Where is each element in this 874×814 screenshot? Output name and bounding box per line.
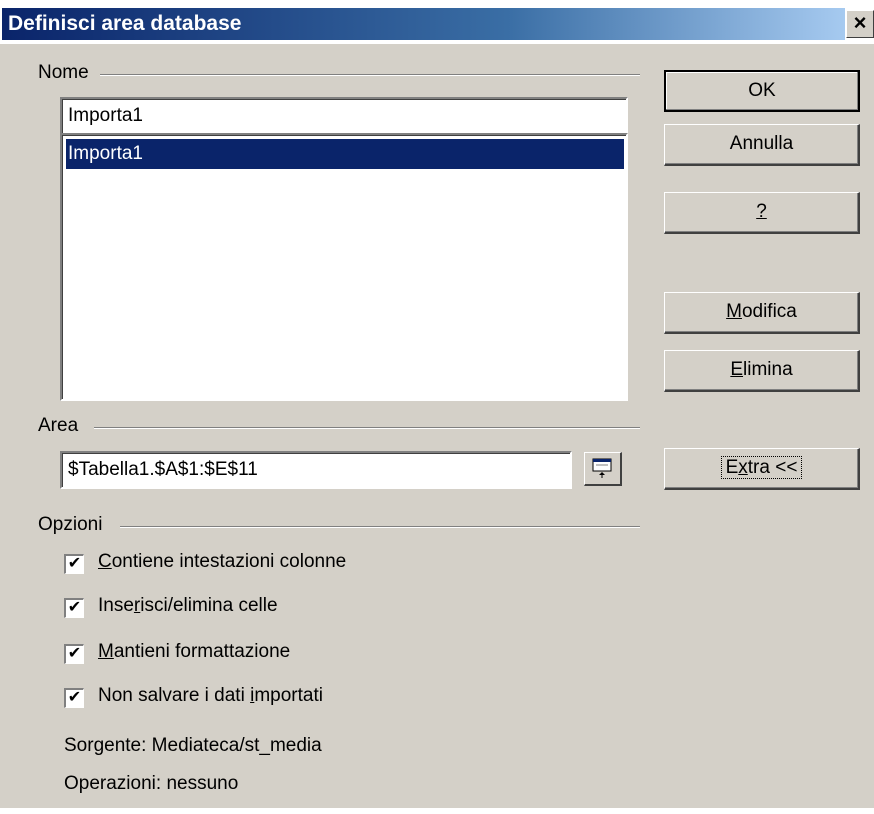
- checkbox-label-column-headers: Contiene intestazioni colonne: [98, 551, 347, 572]
- delete-button-label: Elimina: [730, 359, 793, 380]
- ok-button[interactable]: OK: [664, 70, 860, 112]
- checkbox-keep-formatting[interactable]: ✔: [64, 644, 84, 664]
- shrink-dialog-icon: [592, 458, 612, 478]
- ok-button-label: OK: [748, 80, 776, 101]
- checkbox-dont-save-imported[interactable]: ✔: [64, 688, 84, 708]
- checkbox-label-insert-delete-cells: Inserisci/elimina celle: [98, 595, 278, 616]
- name-input[interactable]: Importa1: [60, 97, 628, 135]
- delete-button[interactable]: Elimina: [664, 350, 860, 392]
- close-icon: ×: [853, 10, 867, 35]
- close-button[interactable]: ×: [846, 10, 874, 38]
- check-icon: ✔: [67, 599, 82, 616]
- check-icon: ✔: [67, 689, 82, 706]
- check-icon: ✔: [67, 645, 82, 662]
- area-group-label: Area: [38, 415, 85, 437]
- title-bar: Definisci area database ×: [0, 0, 874, 44]
- area-input-value: $Tabella1.$A$1:$E$11: [68, 459, 258, 480]
- checkbox-column-headers[interactable]: ✔: [64, 554, 84, 574]
- opzioni-group-line: [120, 526, 640, 528]
- help-button[interactable]: ?: [664, 192, 860, 234]
- opzioni-group-label: Opzioni: [38, 514, 109, 536]
- checkbox-label-keep-formatting: Mantieni formattazione: [98, 641, 291, 662]
- shrink-button[interactable]: [584, 452, 622, 486]
- operations-text: Operazioni: nessuno: [64, 773, 239, 794]
- nome-group-line: [100, 74, 640, 76]
- extra-button-label: Extra <<: [720, 456, 803, 479]
- window-title: Definisci area database: [2, 8, 845, 40]
- name-list[interactable]: Importa1: [60, 133, 628, 401]
- area-input[interactable]: $Tabella1.$A$1:$E$11: [60, 451, 572, 489]
- help-button-label: ?: [756, 201, 767, 222]
- source-text: Sorgente: Mediateca/st_media: [64, 735, 322, 756]
- name-input-value: Importa1: [68, 105, 143, 126]
- area-group-line: [94, 427, 640, 429]
- cancel-button-label: Annulla: [729, 133, 794, 154]
- bottom-edge: [0, 808, 874, 814]
- modify-button-label: Modifica: [726, 301, 797, 322]
- modify-button[interactable]: Modifica: [664, 292, 860, 334]
- extra-button[interactable]: Extra <<: [664, 448, 860, 490]
- nome-group-label: Nome: [38, 62, 95, 84]
- list-item-selected[interactable]: Importa1: [66, 139, 624, 169]
- cancel-button[interactable]: Annulla: [664, 124, 860, 166]
- check-icon: ✔: [67, 555, 82, 572]
- checkbox-insert-delete-cells[interactable]: ✔: [64, 598, 84, 618]
- checkbox-label-dont-save-imported: Non salvare i dati importati: [98, 685, 323, 706]
